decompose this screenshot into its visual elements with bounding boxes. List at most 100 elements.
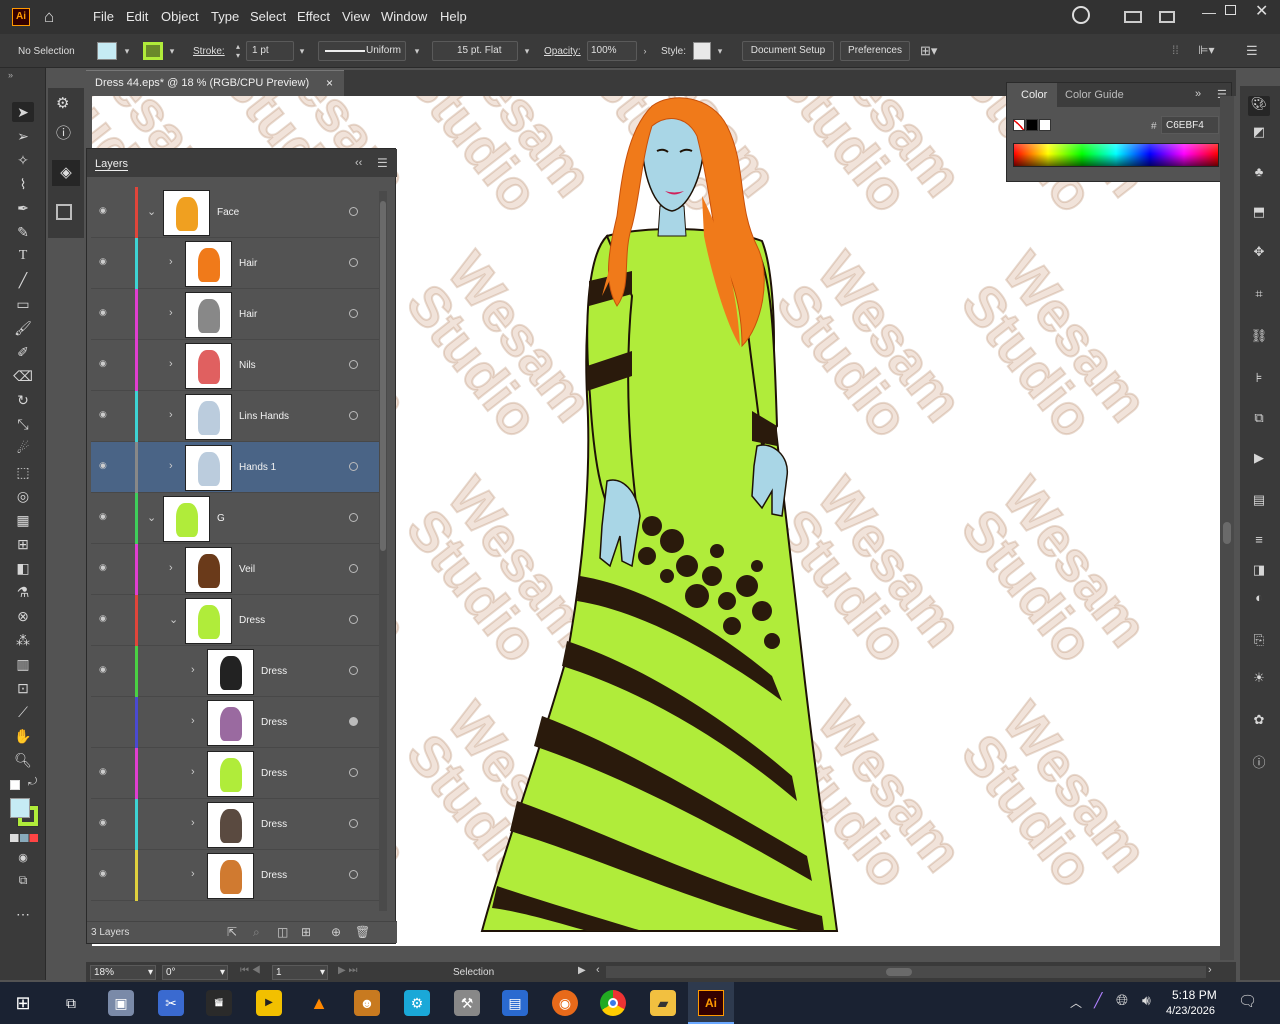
color-mode-icons[interactable] bbox=[10, 834, 38, 842]
clipping-mask-icon[interactable]: ◫ bbox=[277, 925, 288, 939]
opacity-arrow[interactable]: › bbox=[638, 41, 652, 61]
color-tab[interactable]: Color bbox=[1007, 83, 1057, 107]
line-tool-icon[interactable]: ╱ bbox=[12, 270, 34, 290]
tray-chevron-icon[interactable]: ︿ bbox=[1070, 994, 1082, 1011]
target-circle-icon[interactable] bbox=[349, 819, 358, 828]
eyedropper-tool-icon[interactable]: ⚗ bbox=[12, 582, 34, 602]
layer-name[interactable]: G bbox=[217, 513, 225, 524]
actions-icon[interactable]: ▶ bbox=[1248, 450, 1270, 470]
taskbar-app-explorer-icon[interactable]: ▰ bbox=[650, 990, 676, 1016]
target-circle-icon[interactable] bbox=[349, 717, 358, 726]
menu-view[interactable]: View bbox=[342, 9, 370, 24]
menu-object[interactable]: Object bbox=[161, 9, 199, 24]
pathfinder-icon[interactable]: ⧉ bbox=[1248, 410, 1270, 430]
stroke-panel-icon[interactable]: ≡ bbox=[1248, 532, 1270, 552]
expand-chevron-icon[interactable]: › bbox=[169, 460, 173, 472]
draw-mode-icon[interactable]: ◉ bbox=[12, 848, 34, 868]
artboard-tool-icon[interactable]: ⊡ bbox=[12, 678, 34, 698]
selection-tool-icon[interactable]: ➤ bbox=[12, 102, 34, 122]
layers-scrollbar[interactable] bbox=[379, 191, 387, 911]
rotate-tool-icon[interactable]: ↻ bbox=[12, 390, 34, 410]
notifications-icon[interactable]: 🗨︎ bbox=[1238, 992, 1257, 1010]
taskbar-app-photos-icon[interactable]: ▣ bbox=[108, 990, 134, 1016]
canvas-vertical-scrollbar[interactable] bbox=[1220, 96, 1234, 960]
rotate-view-field[interactable]: 0° ▾ bbox=[162, 965, 228, 980]
curvature-tool-icon[interactable]: ✎ bbox=[12, 222, 34, 242]
document-setup-button[interactable]: Document Setup bbox=[742, 41, 834, 61]
lasso-tool-icon[interactable]: ⌇ bbox=[12, 174, 34, 194]
target-circle-icon[interactable] bbox=[349, 615, 358, 624]
home-icon[interactable]: ⌂ bbox=[44, 7, 54, 27]
visibility-eye-icon[interactable]: ◉ bbox=[99, 664, 111, 674]
eraser-tool-icon[interactable]: ⌫ bbox=[12, 366, 34, 386]
close-tab-icon[interactable]: × bbox=[326, 76, 333, 90]
layer-row[interactable]: ◉ › Veil bbox=[91, 544, 383, 595]
properties-icon[interactable]: ⚙ bbox=[56, 94, 69, 112]
fill-swatch[interactable] bbox=[97, 42, 117, 60]
layers-panel-icon[interactable]: ◈ bbox=[52, 160, 80, 186]
close-window-button[interactable]: ✕ bbox=[1255, 1, 1268, 21]
visibility-eye-icon[interactable]: ◉ bbox=[99, 613, 111, 623]
expand-chevron-icon[interactable]: › bbox=[169, 562, 173, 574]
opacity-field[interactable]: 100% bbox=[587, 41, 637, 61]
color-guide-tab[interactable]: Color Guide bbox=[1065, 89, 1124, 101]
toolbar-collapse-icon[interactable]: » bbox=[8, 70, 13, 80]
menu-file[interactable]: File bbox=[93, 9, 114, 24]
rectangle-tool-icon[interactable]: ▭ bbox=[12, 294, 34, 314]
shape-builder-tool-icon[interactable]: ◎ bbox=[12, 486, 34, 506]
visibility-eye-icon[interactable]: ◉ bbox=[99, 766, 111, 776]
graphic-styles-icon[interactable]: ☀ bbox=[1248, 670, 1270, 690]
taskbar-app-firefox-icon[interactable]: ◉ bbox=[552, 990, 578, 1016]
expand-chevron-icon[interactable]: › bbox=[191, 715, 195, 727]
fill-color-box[interactable] bbox=[10, 798, 30, 818]
visibility-eye-icon[interactable]: ◉ bbox=[99, 256, 111, 266]
layer-row[interactable]: ◉ › Lins Hands bbox=[91, 391, 383, 442]
taskbar-app-mascot-icon[interactable]: ☻ bbox=[354, 990, 380, 1016]
menu-effect[interactable]: Effect bbox=[297, 9, 330, 24]
stroke-swatch[interactable] bbox=[143, 42, 163, 60]
target-circle-icon[interactable] bbox=[349, 666, 358, 675]
task-view-icon[interactable]: ⧉ bbox=[58, 990, 84, 1016]
target-circle-icon[interactable] bbox=[349, 258, 358, 267]
layer-name[interactable]: Nils bbox=[239, 360, 256, 371]
taskbar-app-vlc-icon[interactable]: ▲ bbox=[306, 990, 332, 1016]
screen-mode-icon[interactable]: ⧉ bbox=[12, 870, 34, 890]
pen-tool-icon[interactable]: ✒ bbox=[12, 198, 34, 218]
collapse-chevron-icon[interactable]: ⌄ bbox=[147, 205, 156, 218]
visibility-eye-icon[interactable] bbox=[99, 715, 111, 725]
target-circle-icon[interactable] bbox=[349, 207, 358, 216]
symbols-icon[interactable]: ♣ bbox=[1248, 164, 1270, 184]
variable-width-profile[interactable]: Uniform bbox=[318, 41, 406, 61]
stroke-stepper[interactable]: ▴ ▾ bbox=[232, 42, 244, 60]
stroke-weight-field[interactable]: 1 pt bbox=[246, 41, 294, 61]
blob-brush-tool-icon[interactable]: ✐ bbox=[12, 342, 34, 362]
symbol-sprayer-tool-icon[interactable]: ⁂ bbox=[12, 630, 34, 650]
expand-chevron-icon[interactable]: › bbox=[169, 256, 173, 268]
new-sublayer-icon[interactable]: ⊞ bbox=[301, 925, 311, 939]
start-button-icon[interactable]: ⊞ bbox=[10, 990, 36, 1016]
last-artboard-icon[interactable]: ▶ ⏭ bbox=[338, 965, 357, 976]
style-dropdown[interactable]: ▾ bbox=[713, 41, 727, 61]
transform-icon[interactable]: ⌗ bbox=[1248, 286, 1270, 306]
layer-name[interactable]: Hair bbox=[239, 258, 257, 269]
target-circle-icon[interactable] bbox=[349, 870, 358, 879]
none-swatch[interactable] bbox=[1013, 119, 1025, 131]
layer-name[interactable]: Face bbox=[217, 207, 239, 218]
artboard-number-field[interactable]: 1 ▾ bbox=[272, 965, 328, 980]
menu-type[interactable]: Type bbox=[211, 9, 239, 24]
menu-select[interactable]: Select bbox=[250, 9, 286, 24]
scale-tool-icon[interactable]: ⤡ bbox=[12, 414, 34, 434]
document-info-icon[interactable]: ⓘ bbox=[1248, 752, 1270, 772]
color-panel-icon[interactable]: 🎨︎ bbox=[1248, 96, 1270, 116]
maximize-button[interactable] bbox=[1225, 5, 1236, 15]
target-circle-icon[interactable] bbox=[349, 564, 358, 573]
black-swatch[interactable] bbox=[1026, 119, 1038, 131]
collapse-chevron-icon[interactable]: ⌄ bbox=[169, 613, 178, 626]
target-circle-icon[interactable] bbox=[349, 768, 358, 777]
slice-tool-icon[interactable]: ⟋ bbox=[12, 702, 34, 722]
align-icon[interactable]: ⁞⁞ bbox=[1172, 43, 1179, 57]
type-tool-icon[interactable]: T bbox=[12, 246, 34, 266]
status-menu-arrow[interactable]: ▶ bbox=[578, 965, 586, 976]
swatches-icon[interactable]: ▤ bbox=[1248, 492, 1270, 512]
visibility-eye-icon[interactable]: ◉ bbox=[99, 460, 111, 470]
